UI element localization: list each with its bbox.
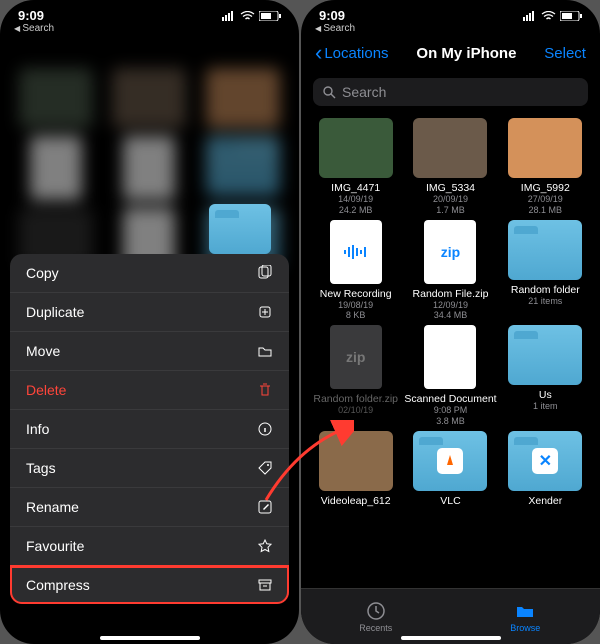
selected-folder[interactable] [209,204,271,254]
file-name: VLC [404,495,496,507]
signal-icon [523,11,537,21]
wifi-icon [541,11,556,21]
file-name: IMG_5992 [503,182,588,194]
nav-title: On My iPhone [416,45,516,62]
file-meta: 12/09/1934.4 MB [404,300,496,322]
file-item[interactable]: Videoleap_612 [313,431,398,507]
file-name: Random File.zip [404,288,496,300]
file-thumb: zip [330,325,382,389]
tag-icon [257,460,273,476]
menu-tags[interactable]: Tags [10,449,289,488]
status-icons [222,11,281,21]
file-thumb [508,118,582,178]
copy-icon [257,265,273,281]
file-thumb [508,220,582,280]
menu-copy[interactable]: Copy [10,254,289,293]
back-to-search[interactable]: Search [301,23,600,34]
file-item[interactable]: IMG_447114/09/1924.2 MB [313,118,398,216]
status-bar: 9:09 [0,0,299,25]
status-bar: 9:09 [301,0,600,25]
file-name: New Recording [313,288,398,300]
file-thumb [508,325,582,385]
clock-icon [366,601,386,621]
folder-icon [515,601,535,621]
file-thumb [413,118,487,178]
file-name: IMG_5334 [404,182,496,194]
file-item[interactable]: zip Random File.zip12/09/1934.4 MB [404,220,496,322]
file-item[interactable]: Random folder21 items [503,220,588,322]
file-thumb: ✕ [508,431,582,491]
info-icon [257,421,273,437]
menu-compress[interactable]: Compress [10,566,289,604]
file-item[interactable]: IMG_533420/09/191.7 MB [404,118,496,216]
nav-back[interactable]: Locations [315,40,389,66]
status-icons [523,11,582,21]
file-meta: 20/09/191.7 MB [404,194,496,216]
file-item[interactable]: IMG_599227/09/1928.1 MB [503,118,588,216]
file-thumb [330,220,382,284]
file-name: Xender [503,495,588,507]
menu-move[interactable]: Move [10,332,289,371]
file-meta: 02/10/19 [313,405,398,416]
file-name: Scanned Document [404,393,496,405]
context-menu: Copy Duplicate Move Delete Info Tags Ren… [10,254,289,604]
back-to-search[interactable]: Search [0,23,299,34]
menu-favourite[interactable]: Favourite [10,527,289,566]
status-time: 9:09 [319,8,345,23]
file-meta: 1 item [503,401,588,412]
menu-duplicate[interactable]: Duplicate [10,293,289,332]
file-meta: 21 items [503,296,588,307]
search-icon [323,86,336,99]
file-name: Random folder [503,284,588,296]
battery-icon [259,11,281,21]
file-item[interactable]: Scanned Document9:08 PM3.8 MB [404,325,496,427]
file-item[interactable]: ✕ Xender [503,431,588,507]
phone-left: 9:09 Search Copy Duplicate Move Delete I… [0,0,299,644]
file-item[interactable]: VLC [404,431,496,507]
nav-select[interactable]: Select [544,45,586,62]
file-meta: 14/09/1924.2 MB [313,194,398,216]
archive-icon [257,577,273,593]
file-item[interactable]: New Recording19/08/198 KB [313,220,398,322]
file-thumb: zip [424,220,476,284]
status-time: 9:09 [18,8,44,23]
folder-icon [257,343,273,359]
search-field[interactable]: Search [313,78,588,106]
search-placeholder: Search [342,84,386,100]
edit-icon [257,499,273,515]
file-meta: 9:08 PM3.8 MB [404,405,496,427]
file-item[interactable]: zip Random folder.zip02/10/19 [313,325,398,427]
duplicate-icon [257,304,273,320]
file-item[interactable]: Us1 item [503,325,588,427]
star-icon [257,538,273,554]
signal-icon [222,11,236,21]
files-grid: IMG_447114/09/1924.2 MBIMG_533420/09/191… [301,112,600,513]
home-indicator[interactable] [100,636,200,640]
battery-icon [560,11,582,21]
file-thumb [424,325,476,389]
wifi-icon [240,11,255,21]
trash-icon [257,382,273,398]
file-name: Random folder.zip [313,393,398,405]
file-meta: 27/09/1928.1 MB [503,194,588,216]
menu-info[interactable]: Info [10,410,289,449]
menu-delete[interactable]: Delete [10,371,289,410]
menu-rename[interactable]: Rename [10,488,289,527]
file-thumb [319,431,393,491]
nav-bar: Locations On My iPhone Select [301,34,600,72]
file-name: Us [503,389,588,401]
home-indicator[interactable] [401,636,501,640]
phone-right: 9:09 Search Locations On My iPhone Selec… [301,0,600,644]
file-name: Videoleap_612 [313,495,398,507]
file-meta: 19/08/198 KB [313,300,398,322]
file-name: IMG_4471 [313,182,398,194]
file-thumb [319,118,393,178]
file-thumb [413,431,487,491]
